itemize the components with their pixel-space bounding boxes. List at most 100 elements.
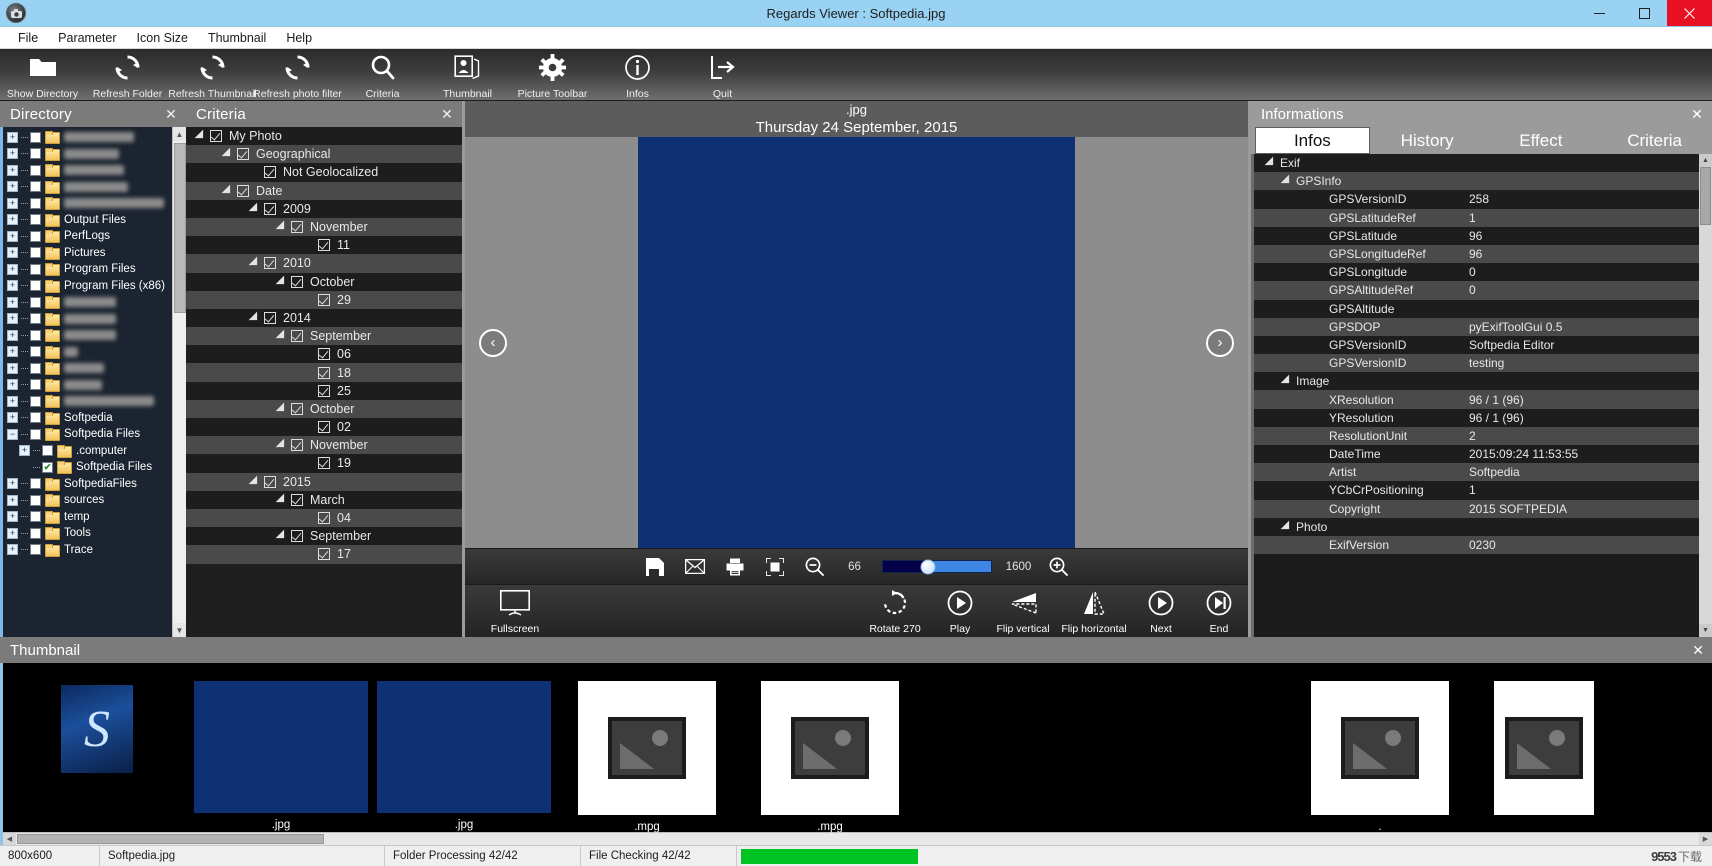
expand-triangle-icon[interactable] xyxy=(275,438,289,452)
close-icon[interactable]: ✕ xyxy=(162,106,180,123)
exif-row[interactable]: GPSVersionID testing xyxy=(1254,354,1712,373)
exif-row[interactable]: Copyright 2015 SOFTPEDIA xyxy=(1254,499,1712,518)
criteria-node[interactable]: My Photo xyxy=(186,127,462,146)
criteria-node[interactable]: 2009 xyxy=(186,199,462,218)
directory-checkbox[interactable] xyxy=(30,494,41,506)
directory-node[interactable]: + xyxy=(3,294,186,311)
directory-checkbox[interactable] xyxy=(30,395,41,407)
directory-checkbox[interactable]: ✔ xyxy=(42,461,53,473)
exif-row[interactable]: ExifVersion 0230 xyxy=(1254,535,1712,555)
criteria-node[interactable]: 2010 xyxy=(186,254,462,273)
mail-icon[interactable] xyxy=(682,554,708,580)
exif-row[interactable]: GPSLatitudeRef 1 xyxy=(1254,208,1712,227)
criteria-checkbox[interactable] xyxy=(291,330,303,343)
criteria-node[interactable]: November xyxy=(186,217,462,237)
exif-row[interactable]: GPSVersionID Softpedia Editor xyxy=(1254,335,1712,355)
criteria-node[interactable]: 02 xyxy=(186,418,462,437)
directory-checkbox[interactable] xyxy=(30,527,41,539)
scrollbar-thumb[interactable] xyxy=(17,834,324,844)
criteria-node[interactable]: 06 xyxy=(186,345,462,364)
thumbnail-item[interactable]: . xyxy=(1311,681,1449,833)
directory-checkbox[interactable] xyxy=(30,247,41,259)
exif-row[interactable]: XResolution 96 / 1 (96) xyxy=(1254,390,1712,409)
directory-node[interactable]: − Softpedia Files xyxy=(3,426,186,443)
criteria-node[interactable]: October xyxy=(186,272,462,291)
scrollbar-thumb[interactable] xyxy=(1700,167,1711,225)
directory-checkbox[interactable] xyxy=(30,313,41,325)
scrollbar-thumb[interactable] xyxy=(174,143,186,313)
criteria-checkbox[interactable] xyxy=(291,439,303,452)
directory-node[interactable]: + xyxy=(3,195,186,212)
directory-node[interactable]: + Program Files xyxy=(3,261,186,278)
expand-icon[interactable]: + xyxy=(19,445,30,457)
criteria-node[interactable]: 11 xyxy=(186,236,462,255)
directory-checkbox[interactable] xyxy=(30,428,41,440)
exif-row[interactable]: ResolutionUnit 2 xyxy=(1254,426,1712,445)
directory-checkbox[interactable] xyxy=(30,412,41,424)
criteria-node[interactable]: 2014 xyxy=(186,308,462,328)
directory-checkbox[interactable] xyxy=(30,478,41,490)
directory-node[interactable]: + Program Files (x86) xyxy=(3,278,186,295)
save-icon[interactable] xyxy=(642,554,668,580)
criteria-checkbox[interactable] xyxy=(318,293,330,306)
expand-icon[interactable]: + xyxy=(7,395,18,407)
tab-criteria[interactable]: Criteria xyxy=(1598,127,1711,154)
directory-node[interactable]: + .computer xyxy=(3,443,186,460)
collapse-icon[interactable]: − xyxy=(7,428,18,440)
criteria-checkbox[interactable] xyxy=(291,493,303,506)
menu-file[interactable]: File xyxy=(8,29,48,47)
thumbnail-item[interactable]: .mpg xyxy=(761,681,899,833)
criteria-node[interactable]: 17 xyxy=(186,545,462,564)
criteria-checkbox[interactable] xyxy=(237,184,249,197)
play-button[interactable]: Play xyxy=(930,585,990,637)
directory-checkbox[interactable] xyxy=(30,214,41,226)
flip-vertical-button[interactable]: Flip vertical xyxy=(990,585,1056,637)
criteria-node[interactable]: March xyxy=(186,490,462,509)
exif-row[interactable]: Photo xyxy=(1254,517,1712,536)
criteria-node[interactable]: October xyxy=(186,399,462,418)
expand-icon[interactable]: + xyxy=(7,131,18,143)
expand-triangle-icon[interactable] xyxy=(275,529,289,543)
scroll-right-icon[interactable]: ▶ xyxy=(1699,833,1712,845)
directory-tree[interactable]: + + + + + + Output Files + PerfLogs + Picture… xyxy=(0,127,186,637)
expand-triangle-icon[interactable] xyxy=(248,257,262,270)
directory-node[interactable]: + Softpedia xyxy=(3,410,186,427)
previous-image-button[interactable]: ‹ xyxy=(479,328,507,357)
close-icon[interactable]: ✕ xyxy=(1692,642,1704,659)
toolbar-thumbnail[interactable]: Thumbnail xyxy=(425,49,510,101)
toolbar-picture-toolbar[interactable]: Picture Toolbar xyxy=(510,49,595,101)
menu-help[interactable]: Help xyxy=(276,29,322,47)
next-image-button[interactable]: › xyxy=(1206,328,1234,357)
directory-checkbox[interactable] xyxy=(30,379,41,391)
tab-infos[interactable]: Infos xyxy=(1255,127,1370,154)
expand-triangle-icon[interactable] xyxy=(1280,174,1294,188)
directory-checkbox[interactable] xyxy=(30,148,41,160)
tab-effect[interactable]: Effect xyxy=(1485,127,1598,154)
expand-triangle-icon[interactable] xyxy=(1280,520,1294,534)
toolbar-refresh-photo-filter[interactable]: Refresh photo filter xyxy=(253,49,342,101)
criteria-checkbox[interactable] xyxy=(318,239,330,252)
exif-row[interactable]: Image xyxy=(1254,372,1712,391)
expand-triangle-icon[interactable] xyxy=(275,275,289,288)
criteria-checkbox[interactable] xyxy=(318,421,330,434)
criteria-checkbox[interactable] xyxy=(318,384,330,397)
directory-scrollbar[interactable]: ▲ ▼ xyxy=(172,127,186,637)
menu-parameter[interactable]: Parameter xyxy=(48,29,126,47)
end-button[interactable]: End xyxy=(1190,585,1248,637)
expand-triangle-icon[interactable] xyxy=(275,493,289,507)
directory-checkbox[interactable] xyxy=(30,181,41,193)
close-icon[interactable]: ✕ xyxy=(438,106,456,123)
exif-row[interactable]: GPSAltitude xyxy=(1254,299,1712,318)
expand-icon[interactable]: + xyxy=(7,263,18,275)
expand-triangle-icon[interactable] xyxy=(248,311,262,325)
directory-checkbox[interactable] xyxy=(30,544,41,556)
toolbar-show-directory[interactable]: Show Directory xyxy=(0,49,85,101)
expand-icon[interactable]: + xyxy=(7,214,18,226)
thumbnail-item[interactable] xyxy=(1494,681,1594,821)
directory-node[interactable]: + Trace xyxy=(3,542,186,559)
criteria-checkbox[interactable] xyxy=(264,475,276,488)
exif-row[interactable]: GPSDOP pyExifToolGui 0.5 xyxy=(1254,317,1712,336)
directory-checkbox[interactable] xyxy=(30,131,41,143)
expand-icon[interactable]: + xyxy=(7,346,18,358)
expand-triangle-icon[interactable] xyxy=(275,220,289,234)
